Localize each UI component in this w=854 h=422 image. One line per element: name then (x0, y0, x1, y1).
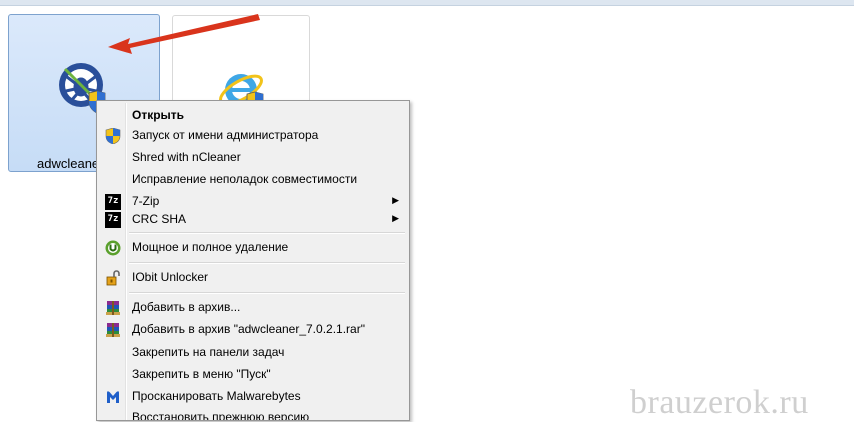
menu-item-pin-taskbar[interactable]: Закрепить на панели задач (99, 342, 407, 363)
menu-separator (129, 232, 405, 234)
menu-item-open[interactable]: Открыть (99, 105, 407, 126)
menu-item-label: 7-Zip (132, 194, 160, 208)
context-menu: Открыть Запуск от имени администратора S… (96, 100, 410, 421)
menu-item-run-as-admin[interactable]: Запуск от имени администратора (99, 125, 407, 146)
menu-item-restore-previous[interactable]: Восстановить прежнюю версию (99, 407, 407, 421)
menu-item-label: CRC SHA (132, 212, 187, 226)
site-watermark: brauzerok.ru (630, 384, 809, 421)
unlocker-lock-icon (106, 270, 120, 286)
menu-item-label: Закрепить в меню "Пуск" (132, 367, 271, 381)
menu-item-crc-sha[interactable]: 7z CRC SHA ▶ (99, 209, 407, 230)
submenu-arrow-icon: ▶ (392, 195, 399, 205)
menu-item-label: Добавить в архив... (132, 300, 241, 314)
menu-item-iobit-unlocker[interactable]: IObit Unlocker (99, 267, 407, 288)
menu-item-label: Открыть (132, 108, 185, 122)
menu-item-shred-ncleaner[interactable]: Shred with nCleaner (99, 147, 407, 168)
7zip-icon: 7z (105, 194, 121, 210)
menu-item-label: Мощное и полное удаление (132, 240, 289, 254)
menu-item-label: Добавить в архив "adwcleaner_7.0.2.1.rar… (132, 322, 365, 336)
menu-item-label: Закрепить на панели задач (132, 345, 285, 359)
winrar-icon (106, 301, 120, 315)
menu-separator (129, 262, 405, 264)
menu-item-label: Просканировать Malwarebytes (132, 389, 301, 403)
7zip-icon: 7z (105, 212, 121, 228)
winrar-icon (106, 323, 120, 337)
uac-shield-icon (105, 128, 121, 144)
menu-item-add-to-rar[interactable]: Добавить в архив "adwcleaner_7.0.2.1.rar… (99, 319, 407, 340)
iobit-uninstaller-icon (105, 240, 121, 256)
menu-item-scan-malwarebytes[interactable]: Просканировать Malwarebytes (99, 386, 407, 407)
menu-item-label: IObit Unlocker (132, 270, 209, 284)
submenu-arrow-icon: ▶ (392, 213, 399, 223)
menu-item-compatibility[interactable]: Исправление неполадок совместимости (99, 169, 407, 190)
menu-item-pin-start[interactable]: Закрепить в меню "Пуск" (99, 364, 407, 385)
menu-item-label: Запуск от имени администратора (132, 128, 319, 142)
menu-item-add-to-archive[interactable]: Добавить в архив... (99, 297, 407, 318)
malwarebytes-icon (107, 391, 119, 403)
menu-separator (129, 292, 405, 294)
menu-item-label: Восстановить прежнюю версию (132, 410, 310, 421)
menu-item-powerful-uninstall[interactable]: Мощное и полное удаление (99, 237, 407, 258)
menu-item-label: Shred with nCleaner (132, 150, 241, 164)
menu-item-label: Исправление неполадок совместимости (132, 172, 358, 186)
